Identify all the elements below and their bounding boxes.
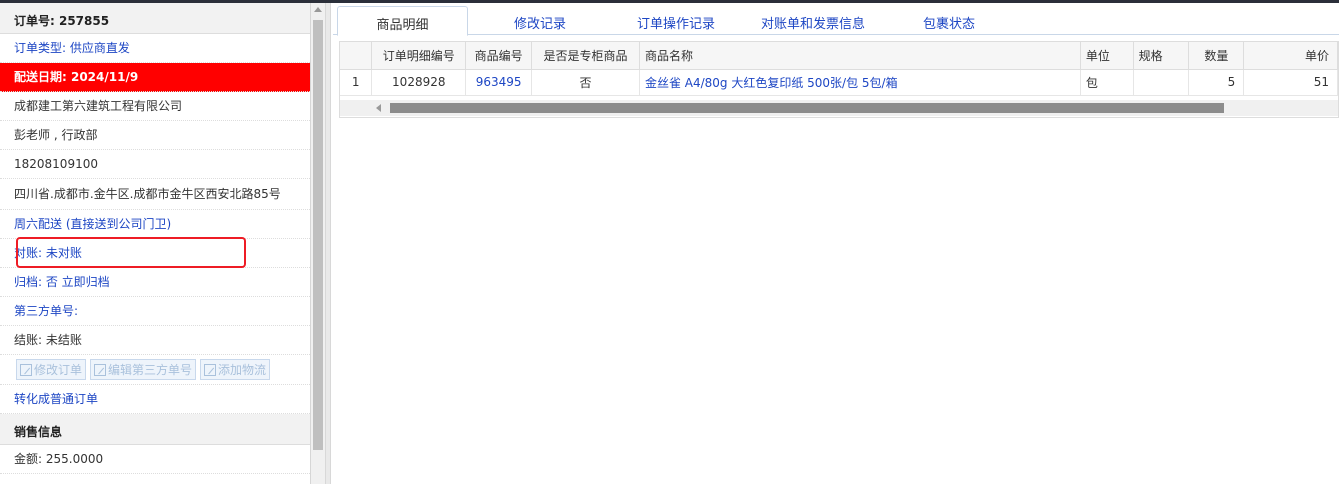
product-table: 订单明细编号 商品编号 是否是专柜商品 商品名称 单位 规格 数量 单价 1 1… — [339, 41, 1339, 118]
third-party-number: 第三方单号: — [0, 297, 310, 326]
horizontal-scrollbar-thumb[interactable] — [390, 103, 1224, 113]
settlement-status: 结账: 未结账 — [0, 326, 310, 355]
table-header-row: 订单明细编号 商品编号 是否是专柜商品 商品名称 单位 规格 数量 单价 — [340, 42, 1338, 70]
phone-number: 18208109100 — [0, 150, 310, 179]
sales-info-header: 销售信息 — [0, 414, 310, 445]
col-unit-price[interactable]: 单价 — [1243, 42, 1338, 70]
annotation-highlight — [16, 237, 246, 268]
add-logistics-button[interactable]: 添加物流 — [200, 359, 271, 380]
scroll-up-arrow-icon[interactable] — [314, 7, 322, 12]
cell-quantity: 5 — [1188, 69, 1245, 96]
tab-product-details[interactable]: 商品明细 — [337, 6, 468, 36]
col-detail-id[interactable]: 订单明细编号 — [371, 42, 467, 70]
tab-operation-log[interactable]: 订单操作记录 — [615, 6, 737, 35]
cell-detail-id: 1028928 — [371, 69, 467, 96]
tab-invoice-info[interactable]: 对账单和发票信息 — [745, 6, 881, 35]
edit-icon — [20, 363, 32, 376]
table-horizontal-scrollbar[interactable] — [340, 100, 1338, 116]
delivery-date: 配送日期: 2024/11/9 — [0, 63, 310, 92]
col-unit[interactable]: 单位 — [1080, 42, 1134, 70]
cell-unit: 包 — [1080, 69, 1134, 96]
order-type: 订单类型: 供应商直发 — [0, 34, 310, 63]
cell-unit-price: 51 — [1243, 69, 1338, 96]
cell-spec — [1133, 69, 1190, 96]
cell-product-id[interactable]: 963495 — [465, 69, 533, 96]
col-counter-product[interactable]: 是否是专柜商品 — [531, 42, 640, 70]
action-buttons: 修改订单 编辑第三方单号 添加物流 — [0, 355, 310, 385]
col-spec[interactable]: 规格 — [1133, 42, 1190, 70]
contact-person: 彭老师 , 行政部 — [0, 121, 310, 150]
cell-counter-product: 否 — [531, 69, 640, 96]
tab-change-log[interactable]: 修改记录 — [483, 6, 597, 35]
tab-package-status[interactable]: 包裹状态 — [899, 6, 999, 35]
sales-amount: 金额: 255.0000 — [0, 445, 310, 474]
cell-index: 1 — [340, 69, 373, 96]
delivery-address: 四川省.成都市.金牛区.成都市金牛区西安北路85号 — [0, 179, 310, 210]
order-number-header: 订单号: 257855 — [0, 3, 310, 34]
col-product-id[interactable]: 商品编号 — [465, 42, 533, 70]
panel-splitter[interactable] — [325, 3, 331, 484]
company-name: 成都建工第六建筑工程有限公司 — [0, 92, 310, 121]
edit-order-button[interactable]: 修改订单 — [16, 359, 87, 380]
scrollbar-thumb[interactable] — [313, 20, 323, 450]
cell-product-name[interactable]: 金丝雀 A4/80g 大红色复印纸 500张/包 5包/箱 — [639, 69, 1081, 96]
scroll-left-arrow-icon[interactable] — [376, 104, 381, 112]
edit-icon — [94, 363, 107, 376]
detail-panel: 商品明细 修改记录 订单操作记录 对账单和发票信息 包裹状态 订单明细编号 商品… — [333, 3, 1339, 484]
delivery-note: 周六配送 (直接送到公司门卫) — [0, 210, 310, 239]
edit-icon — [204, 363, 217, 376]
edit-third-party-button[interactable]: 编辑第三方单号 — [90, 359, 197, 380]
col-index — [340, 42, 373, 70]
left-panel-scrollbar[interactable] — [311, 3, 325, 484]
col-quantity[interactable]: 数量 — [1188, 42, 1245, 70]
archive-status[interactable]: 归档: 否 立即归档 — [0, 268, 310, 297]
order-info-panel: 订单号: 257855 订单类型: 供应商直发 配送日期: 2024/11/9 … — [0, 3, 311, 484]
convert-order-link[interactable]: 转化成普通订单 — [0, 385, 310, 414]
table-row[interactable]: 1 1028928 963495 否 金丝雀 A4/80g 大红色复印纸 500… — [340, 69, 1338, 96]
tab-bar: 商品明细 修改记录 订单操作记录 对账单和发票信息 包裹状态 — [333, 3, 1339, 36]
col-product-name[interactable]: 商品名称 — [639, 42, 1081, 70]
